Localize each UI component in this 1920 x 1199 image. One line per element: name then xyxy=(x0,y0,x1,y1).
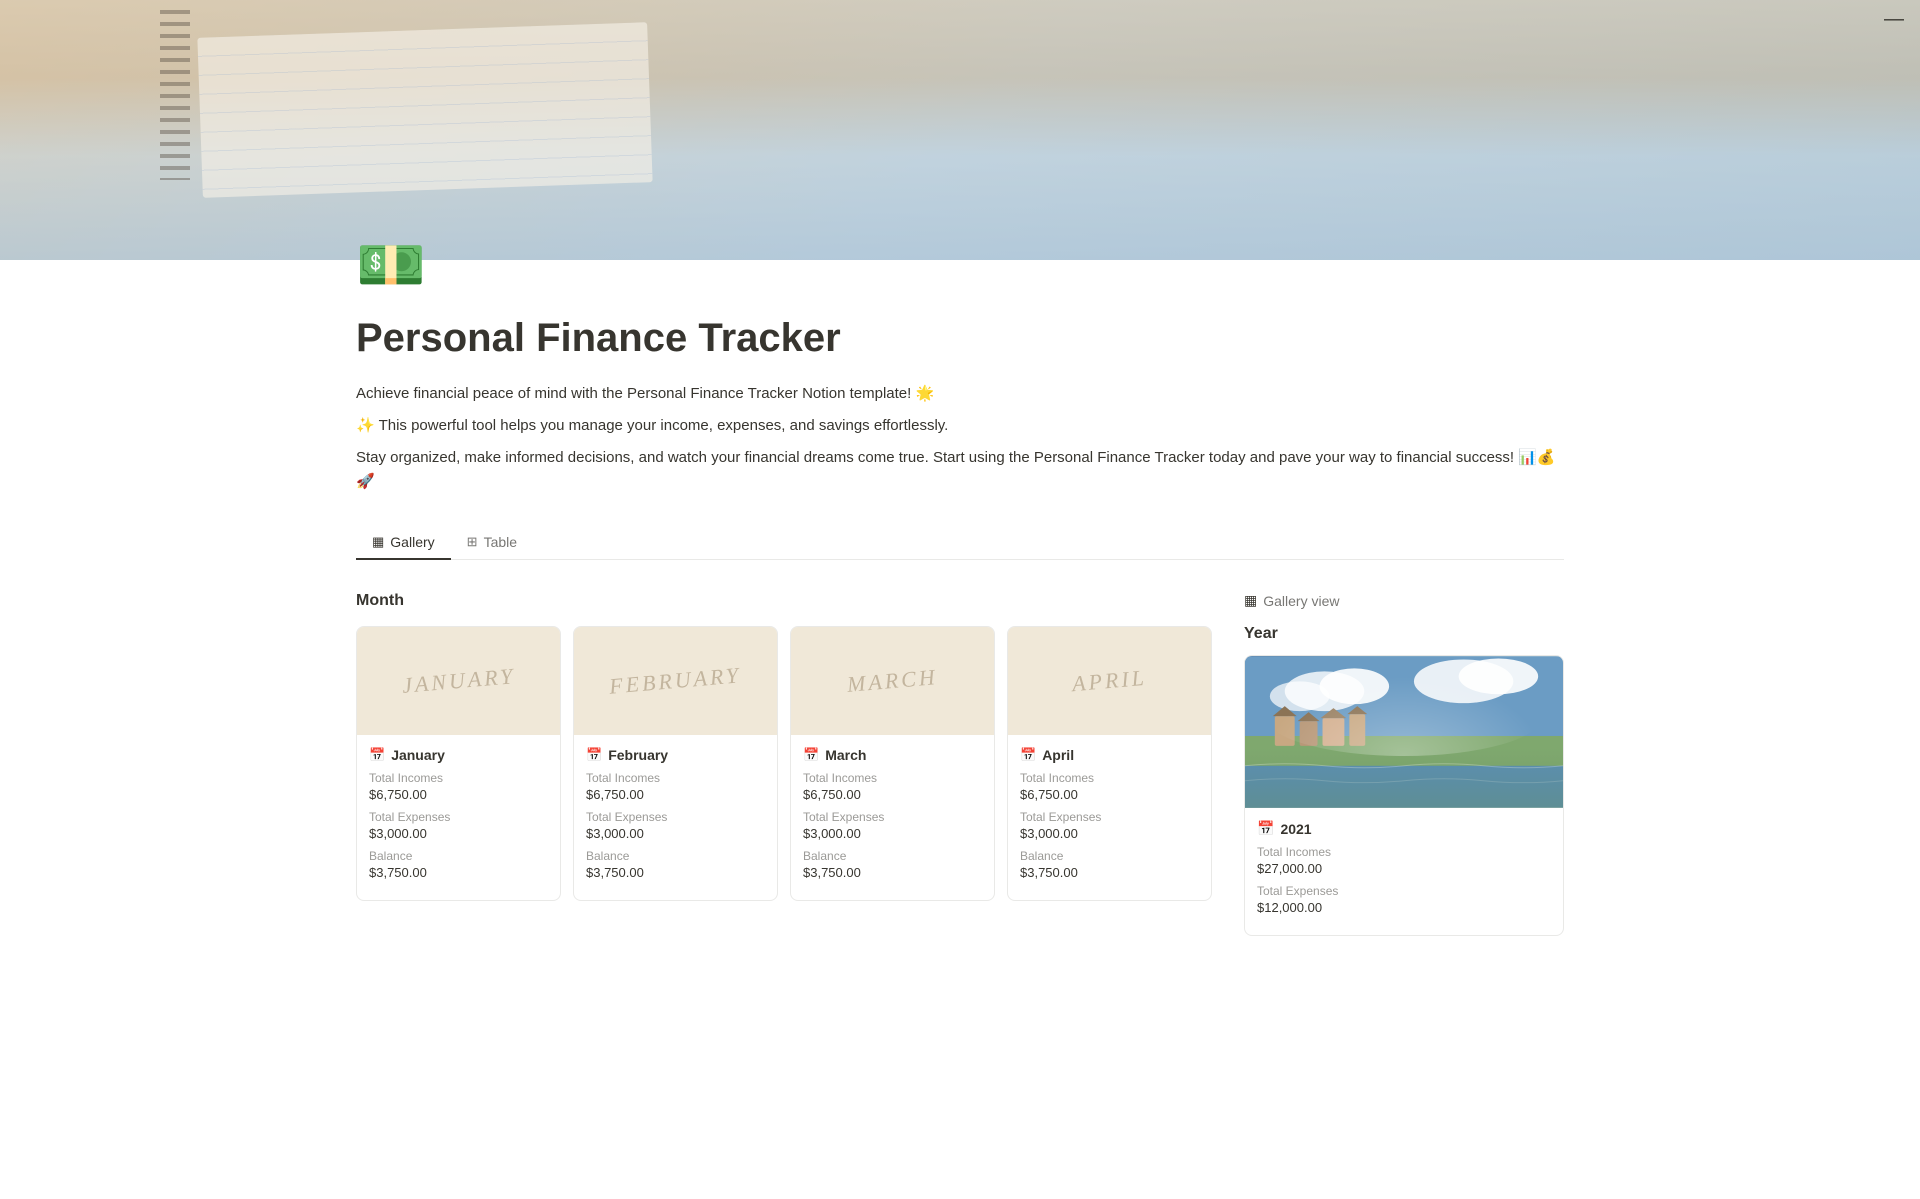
month-card-january[interactable]: January 📅 January Total Incomes $6,750.0… xyxy=(356,626,561,901)
apr-balance-value: $3,750.00 xyxy=(1020,865,1199,880)
page-title: Personal Finance Tracker xyxy=(356,314,1564,362)
tab-gallery[interactable]: ▦ Gallery xyxy=(356,526,451,560)
year-expenses-label: Total Expenses xyxy=(1257,884,1551,898)
feb-balance-value: $3,750.00 xyxy=(586,865,765,880)
year-card[interactable]: 📅 2021 Total Incomes $27,000.00 Total Ex… xyxy=(1244,655,1564,936)
page-icon: 💵 xyxy=(356,232,1564,298)
april-name: April xyxy=(1042,747,1074,763)
feb-incomes-value: $6,750.00 xyxy=(586,787,765,802)
minimize-button[interactable]: — xyxy=(1884,8,1904,31)
tabs-row: ▦ Gallery ⊞ Table xyxy=(356,526,1564,560)
january-name: January xyxy=(391,747,445,763)
hero-banner xyxy=(0,0,1920,260)
tab-table[interactable]: ⊞ Table xyxy=(451,526,533,560)
feb-incomes-label: Total Incomes xyxy=(586,771,765,785)
year-incomes-label: Total Incomes xyxy=(1257,845,1551,859)
feb-expenses-label: Total Expenses xyxy=(586,810,765,824)
february-cover-text: February xyxy=(608,662,742,699)
mar-incomes-label: Total Incomes xyxy=(803,771,982,785)
february-title-row: 📅 February xyxy=(586,747,765,763)
march-cover-text: March xyxy=(846,664,939,698)
jan-incomes-label: Total Incomes xyxy=(369,771,548,785)
calendar-icon-apr: 📅 xyxy=(1020,747,1036,763)
page-description-1: Achieve financial peace of mind with the… xyxy=(356,382,1564,406)
gallery-icon: ▦ xyxy=(372,534,384,550)
march-cover: March xyxy=(791,627,994,735)
tab-gallery-label: Gallery xyxy=(390,534,434,550)
mar-expenses-label: Total Expenses xyxy=(803,810,982,824)
page-description-2: ✨ This powerful tool helps you manage yo… xyxy=(356,414,1564,438)
main-column: Month January 📅 January Total Incomes $6… xyxy=(356,592,1212,901)
year-incomes-value: $27,000.00 xyxy=(1257,861,1551,876)
year-title-row: 📅 2021 xyxy=(1257,820,1551,837)
feb-balance-label: Balance xyxy=(586,849,765,863)
month-card-april[interactable]: April 📅 April Total Incomes $6,750.00 To… xyxy=(1007,626,1212,901)
january-body: 📅 January Total Incomes $6,750.00 Total … xyxy=(357,735,560,900)
apr-balance-label: Balance xyxy=(1020,849,1199,863)
jan-expenses-value: $3,000.00 xyxy=(369,826,548,841)
jan-balance-value: $3,750.00 xyxy=(369,865,548,880)
year-expenses-value: $12,000.00 xyxy=(1257,900,1551,915)
year-label: 2021 xyxy=(1280,821,1311,837)
month-card-february[interactable]: February 📅 February Total Incomes $6,750… xyxy=(573,626,778,901)
february-body: 📅 February Total Incomes $6,750.00 Total… xyxy=(574,735,777,900)
apr-incomes-value: $6,750.00 xyxy=(1020,787,1199,802)
jan-balance-label: Balance xyxy=(369,849,548,863)
february-name: February xyxy=(608,747,668,763)
april-body: 📅 April Total Incomes $6,750.00 Total Ex… xyxy=(1008,735,1211,900)
page-description-3: Stay organized, make informed decisions,… xyxy=(356,446,1564,494)
months-grid: January 📅 January Total Incomes $6,750.0… xyxy=(356,626,1212,901)
mar-balance-value: $3,750.00 xyxy=(803,865,982,880)
jan-incomes-value: $6,750.00 xyxy=(369,787,548,802)
calendar-icon-feb: 📅 xyxy=(586,747,602,763)
calendar-icon-year: 📅 xyxy=(1257,820,1274,837)
gallery-view-label: Gallery view xyxy=(1263,593,1339,609)
apr-expenses-label: Total Expenses xyxy=(1020,810,1199,824)
march-body: 📅 March Total Incomes $6,750.00 Total Ex… xyxy=(791,735,994,900)
year-section-title: Year xyxy=(1244,625,1564,643)
mar-expenses-value: $3,000.00 xyxy=(803,826,982,841)
tab-table-label: Table xyxy=(484,534,517,550)
calendar-icon-jan: 📅 xyxy=(369,747,385,763)
january-title-row: 📅 January xyxy=(369,747,548,763)
year-card-body: 📅 2021 Total Incomes $27,000.00 Total Ex… xyxy=(1245,808,1563,935)
march-name: March xyxy=(825,747,866,763)
april-cover: April xyxy=(1008,627,1211,735)
jan-expenses-label: Total Expenses xyxy=(369,810,548,824)
april-cover-text: April xyxy=(1071,665,1148,697)
apr-expenses-value: $3,000.00 xyxy=(1020,826,1199,841)
mar-balance-label: Balance xyxy=(803,849,982,863)
year-cover-illustration xyxy=(1245,656,1563,808)
month-section-title: Month xyxy=(356,592,1212,610)
january-cover: January xyxy=(357,627,560,735)
year-card-cover xyxy=(1245,656,1563,808)
apr-incomes-label: Total Incomes xyxy=(1020,771,1199,785)
mar-incomes-value: $6,750.00 xyxy=(803,787,982,802)
sidebar-column: ▦ Gallery view Year xyxy=(1244,592,1564,936)
gallery-view-icon: ▦ xyxy=(1244,592,1257,609)
march-title-row: 📅 March xyxy=(803,747,982,763)
table-icon: ⊞ xyxy=(467,534,478,550)
main-layout: Month January 📅 January Total Incomes $6… xyxy=(356,560,1564,936)
month-card-march[interactable]: March 📅 March Total Incomes $6,750.00 To… xyxy=(790,626,995,901)
calendar-icon-mar: 📅 xyxy=(803,747,819,763)
january-cover-text: January xyxy=(401,663,516,699)
sidebar-header: ▦ Gallery view xyxy=(1244,592,1564,609)
february-cover: February xyxy=(574,627,777,735)
feb-expenses-value: $3,000.00 xyxy=(586,826,765,841)
april-title-row: 📅 April xyxy=(1020,747,1199,763)
